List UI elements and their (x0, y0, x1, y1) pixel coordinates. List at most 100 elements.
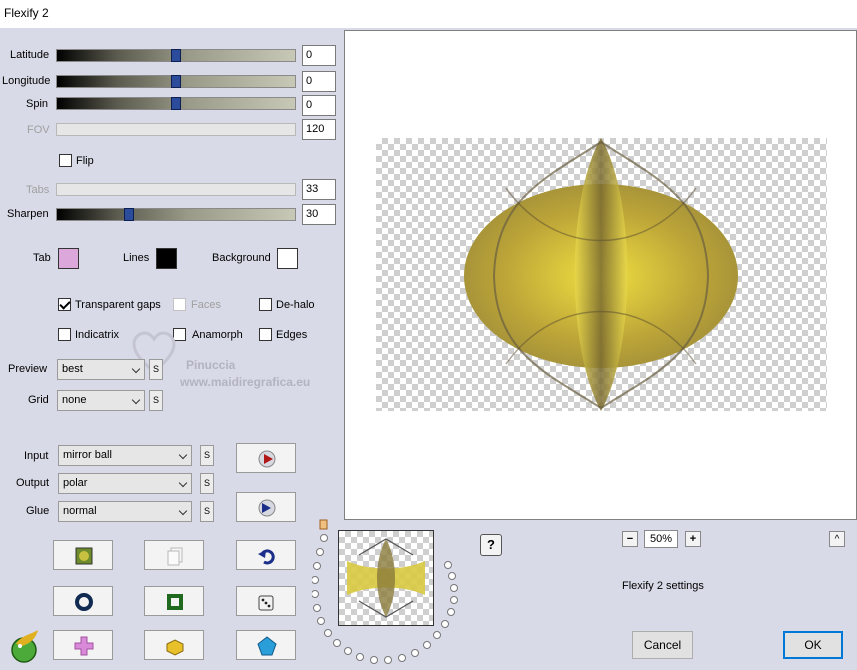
image-icon (75, 547, 93, 565)
latitude-label: Latitude (10, 49, 50, 61)
play-reverse-icon (258, 499, 276, 517)
grid-value: none (62, 394, 87, 406)
input-s-button[interactable]: S (200, 445, 214, 466)
de-halo-checkbox[interactable] (259, 298, 272, 311)
input-select[interactable]: mirror ball (58, 445, 192, 466)
brick-button[interactable] (144, 630, 204, 660)
background-color-swatch[interactable] (277, 248, 298, 269)
faces-label: Faces (191, 299, 221, 311)
indicatrix-checkbox[interactable] (58, 328, 71, 341)
chevron-down-icon (131, 395, 141, 405)
tabs-label: Tabs (26, 184, 50, 196)
spin-slider[interactable] (56, 97, 296, 110)
pentagon-gem-icon (257, 636, 277, 656)
fov-slider (56, 123, 296, 136)
watermark-name: Pinuccia (186, 358, 236, 372)
flexified-image-preview (464, 138, 738, 411)
expand-button[interactable]: ^ (829, 531, 845, 547)
fov-label: FOV (27, 124, 50, 136)
minus-icon: − (626, 533, 634, 545)
preset-thumbnail[interactable] (338, 530, 434, 626)
fov-input[interactable]: 120 (302, 119, 336, 140)
latitude-slider-thumb[interactable] (171, 49, 181, 62)
pink-cross-icon (74, 636, 94, 656)
lines-color-swatch[interactable] (156, 248, 177, 269)
preset-thumbnail-image (347, 538, 425, 618)
longitude-input[interactable]: 0 (302, 71, 336, 92)
lines-color-label: Lines (123, 252, 150, 264)
glue-label: Glue (26, 505, 50, 517)
spin-slider-thumb[interactable] (171, 97, 181, 110)
latitude-slider[interactable] (56, 49, 296, 62)
tab-color-label: Tab (33, 252, 51, 264)
preview-pane[interactable] (344, 30, 857, 520)
edges-checkbox[interactable] (259, 328, 272, 341)
chevron-down-icon (178, 478, 188, 488)
transparent-gaps-label: Transparent gaps (75, 299, 161, 311)
help-icon: ? (487, 537, 495, 552)
output-select[interactable]: polar (58, 473, 192, 494)
frame-icon (167, 594, 183, 610)
dice-icon (258, 595, 274, 611)
de-halo-label: De-halo (276, 299, 315, 311)
output-s-button[interactable]: S (200, 473, 214, 494)
input-label: Input (24, 450, 49, 462)
preset-marker-icon (319, 519, 328, 530)
gem-button[interactable] (236, 630, 296, 660)
watermark-url: www.maidiregrafica.eu (180, 375, 311, 389)
zoom-in-button[interactable]: + (685, 531, 701, 547)
chevron-down-icon (178, 450, 188, 460)
zoom-out-button[interactable]: − (622, 531, 638, 547)
transparent-gaps-checkbox[interactable] (58, 298, 71, 311)
ring-icon (75, 593, 93, 611)
glue-select[interactable]: normal (58, 501, 192, 522)
play-forward-icon (258, 450, 276, 468)
undo-icon (258, 549, 275, 565)
spin-input[interactable]: 0 (302, 95, 336, 116)
play-forward-button[interactable] (236, 443, 296, 473)
tab-color-swatch[interactable] (58, 248, 79, 269)
ring-button[interactable] (53, 586, 113, 616)
preview-quality-select[interactable]: best (57, 359, 145, 380)
tabs-slider (56, 183, 296, 196)
plus-icon: + (689, 533, 697, 545)
settings-label: Flexify 2 settings (622, 580, 704, 592)
title-bar: Flexify 2 (0, 0, 857, 28)
grid-s-button[interactable]: S (149, 390, 163, 411)
sharpen-slider-thumb[interactable] (124, 208, 134, 221)
ok-button[interactable]: OK (783, 631, 843, 659)
sharpen-label: Sharpen (7, 208, 49, 220)
spin-label: Spin (26, 98, 49, 110)
preview-quality-s-button[interactable]: S (149, 359, 163, 380)
flip-checkbox[interactable] (59, 154, 72, 167)
sharpen-slider[interactable] (56, 208, 296, 221)
tabs-input[interactable]: 33 (302, 179, 336, 200)
cancel-button[interactable]: Cancel (632, 631, 693, 659)
random-dice-button[interactable] (236, 586, 296, 616)
flexify-logo-icon (11, 630, 38, 663)
brick-icon (166, 639, 184, 656)
flip-label: Flip (76, 155, 94, 167)
randomize-image-button[interactable] (53, 540, 113, 570)
window-title: Flexify 2 (4, 6, 49, 20)
edges-label: Edges (276, 329, 308, 341)
output-value: polar (63, 477, 88, 489)
help-button[interactable]: ? (480, 534, 502, 556)
play-reverse-button[interactable] (236, 492, 296, 522)
preview-quality-label: Preview (8, 363, 48, 375)
zoom-level[interactable]: 50% (644, 530, 678, 548)
glue-s-button[interactable]: S (200, 501, 214, 522)
preview-quality-value: best (62, 363, 83, 375)
indicatrix-label: Indicatrix (75, 329, 120, 341)
longitude-slider[interactable] (56, 75, 296, 88)
anamorph-label: Anamorph (192, 329, 243, 341)
copy-button[interactable] (144, 540, 204, 570)
sharpen-input[interactable]: 30 (302, 204, 336, 225)
frame-button[interactable] (144, 586, 204, 616)
add-button[interactable] (53, 630, 113, 660)
latitude-input[interactable]: 0 (302, 45, 336, 66)
undo-button[interactable] (236, 540, 296, 570)
chevron-up-icon: ^ (834, 534, 840, 545)
grid-select[interactable]: none (57, 390, 145, 411)
longitude-slider-thumb[interactable] (171, 75, 181, 88)
